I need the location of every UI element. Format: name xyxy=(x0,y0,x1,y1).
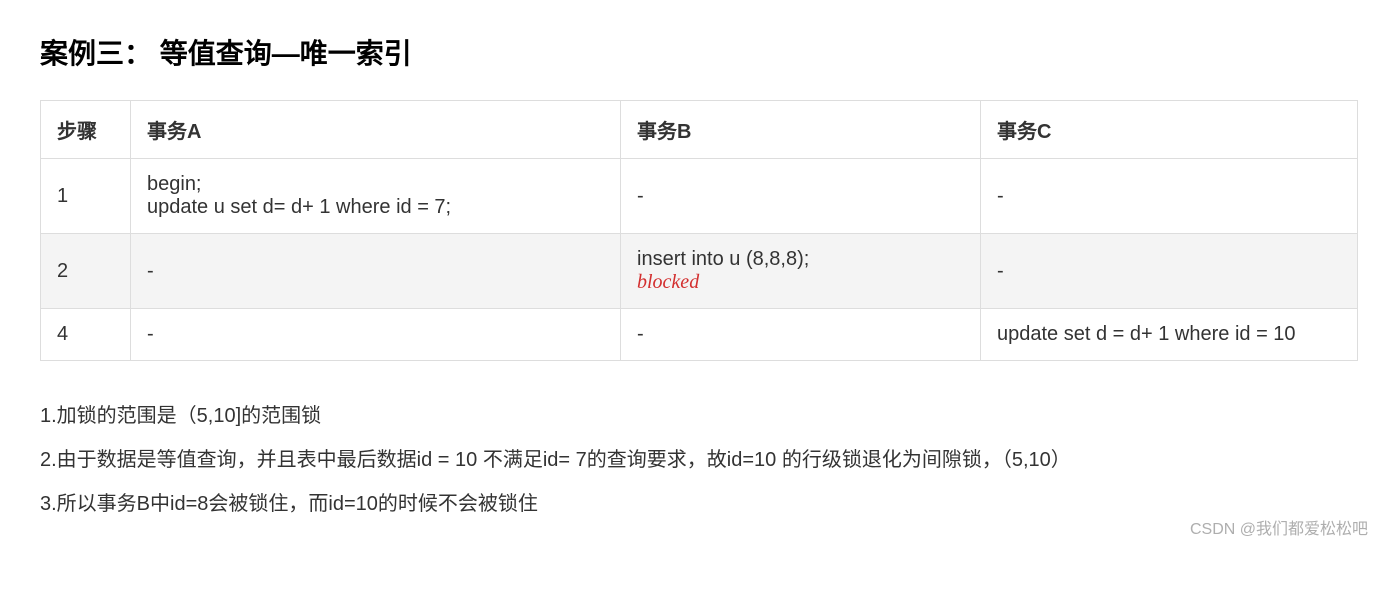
case-table: 步骤 事务A 事务B 事务C 1 begin; update u set d= … xyxy=(40,100,1358,361)
table-row: 2 - insert into u (8,8,8); blocked - xyxy=(41,234,1358,309)
cell-txB: - xyxy=(621,159,981,234)
cell-txA: - xyxy=(131,309,621,361)
note-line: 2.由于数据是等值查询，并且表中最后数据id = 10 不满足id= 7的查询要… xyxy=(40,441,1358,479)
case-title: 案例三： 等值查询—唯一索引 xyxy=(40,32,1358,72)
table-header-row: 步骤 事务A 事务B 事务C xyxy=(41,101,1358,159)
cell-txB: insert into u (8,8,8); blocked xyxy=(621,234,981,309)
sql-text: update u set d= d+ 1 where id = 7; xyxy=(147,196,604,219)
cell-txC: - xyxy=(981,159,1358,234)
notes-section: 1.加锁的范围是（5,10]的范围锁 2.由于数据是等值查询，并且表中最后数据i… xyxy=(40,397,1358,523)
sql-text: insert into u (8,8,8); xyxy=(637,248,964,271)
cell-step: 4 xyxy=(41,309,131,361)
table-row: 1 begin; update u set d= d+ 1 where id =… xyxy=(41,159,1358,234)
cell-step: 2 xyxy=(41,234,131,309)
sql-text: begin; xyxy=(147,173,604,196)
cell-txC: update set d = d+ 1 where id = 10 xyxy=(981,309,1358,361)
header-txA: 事务A xyxy=(131,101,621,159)
cell-txB: - xyxy=(621,309,981,361)
note-line: 1.加锁的范围是（5,10]的范围锁 xyxy=(40,397,1358,435)
header-txC: 事务C xyxy=(981,101,1358,159)
cell-txA: begin; update u set d= d+ 1 where id = 7… xyxy=(131,159,621,234)
header-step: 步骤 xyxy=(41,101,131,159)
header-txB: 事务B xyxy=(621,101,981,159)
table-row: 4 - - update set d = d+ 1 where id = 10 xyxy=(41,309,1358,361)
watermark: CSDN @我们都爱松松吧 xyxy=(1190,515,1368,539)
blocked-label: blocked xyxy=(637,271,699,293)
cell-txC: - xyxy=(981,234,1358,309)
note-line: 3.所以事务B中id=8会被锁住，而id=10的时候不会被锁住 xyxy=(40,485,1358,523)
cell-step: 1 xyxy=(41,159,131,234)
cell-txA: - xyxy=(131,234,621,309)
